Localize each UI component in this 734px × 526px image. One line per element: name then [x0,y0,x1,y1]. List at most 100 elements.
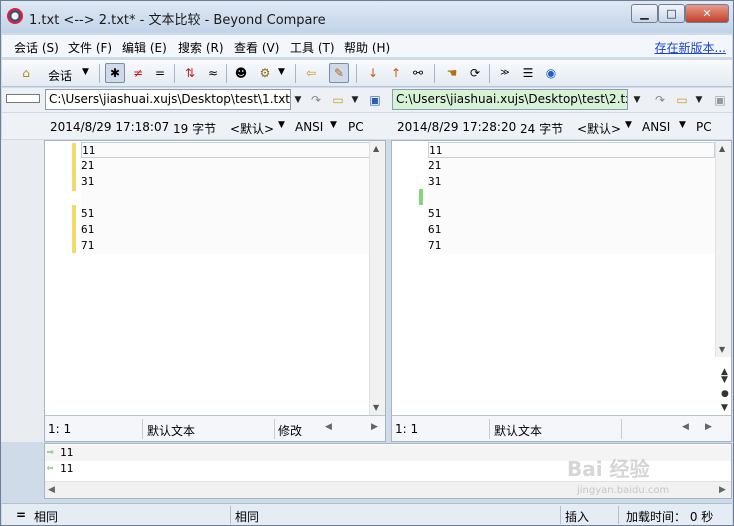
right-format-select[interactable]: <默认> [577,120,621,137]
toolbar-separator [174,64,175,83]
right-path-input[interactable]: C:\Users\jiashuai.xujs\Desktop\test\2.tx… [392,89,628,110]
line[interactable]: 71 [81,238,371,254]
list-icon[interactable]: ☰ [518,63,538,83]
menu-file[interactable]: 文件 (F) [68,39,112,56]
save-icon[interactable]: ▣ [711,91,729,109]
save-icon[interactable]: ▣ [366,91,384,109]
scroll-right-icon[interactable]: ▶ [371,422,378,432]
new-version-link[interactable]: 存在新版本... [655,39,726,56]
swap-icon[interactable]: ☚ [442,63,462,83]
chevron-down-icon[interactable]: ▼ [692,89,706,110]
left-path-input[interactable]: C:\Users\jiashuai.xujs\Desktop\test\1.tx… [45,89,291,110]
chevron-down-icon[interactable]: ▼ [625,120,632,130]
line[interactable]: 61 [428,222,715,238]
person-icon[interactable]: ☻ [231,63,251,83]
prev-diff-icon[interactable]: ↑ [386,63,406,83]
line[interactable]: 21 [81,158,371,174]
scroll-up-icon[interactable]: ▲ [373,144,379,153]
line[interactable] [428,190,715,206]
next-diff-icon[interactable]: ↓ [363,63,383,83]
home-icon[interactable]: ⌂ [16,63,36,83]
edit-icon[interactable]: ✎ [329,63,349,83]
status-bar: = 相同 相同 插入 加载时间： 0 秒 [2,503,732,525]
toolbar-separator [356,64,357,83]
scroll-down-icon[interactable]: ▼ [373,403,379,412]
refresh-icon[interactable]: ⟳ [465,63,485,83]
chevron-down-icon[interactable]: ▼ [278,120,285,130]
arrow-right-icon: ⇨ [47,445,54,458]
chevron-down-icon[interactable]: ▼ [82,67,89,77]
folder-icon[interactable]: ▭ [329,91,347,109]
chevron-down-icon[interactable]: ▼ [630,89,644,110]
sync-scroll-icon[interactable]: ▼ [721,375,728,385]
rules-icon[interactable]: ⇅ [180,63,200,83]
folder-icon[interactable]: ▭ [673,91,691,109]
text-mode: 默认文本 [147,424,196,438]
vertical-scrollbar[interactable]: ▲ ▼ [715,141,731,357]
show-diffs-icon[interactable]: ≠ [128,63,148,83]
line[interactable]: 11 [428,142,715,158]
window-title: 1.txt <--> 2.txt* - 文本比较 - Beyond Compar… [29,13,326,28]
scroll-right-icon[interactable]: ▶ [719,485,726,495]
modified-marker [72,143,76,191]
line[interactable] [81,190,371,206]
history-icon[interactable]: ↷ [307,91,325,109]
chevron-down-icon[interactable]: ▼ [291,89,305,110]
status-load-time: 加载时间： 0 秒 [626,510,714,524]
chevron-down-icon[interactable]: ▼ [679,120,686,130]
dot-icon[interactable]: ● [721,389,729,399]
chevron-down-icon[interactable]: ▼ [278,67,285,77]
similar-icon[interactable]: ≈ [203,63,223,83]
chevron-down-icon[interactable]: ▼ [348,89,362,110]
right-timestamp: 2014/8/29 17:28:20 [397,120,517,134]
line[interactable]: 21 [428,158,715,174]
scroll-left-icon[interactable]: ◀ [682,422,689,432]
scroll-left-icon[interactable]: ◀ [325,422,332,432]
menu-tools[interactable]: 工具 (T) [290,39,335,56]
line[interactable]: 71 [428,238,715,254]
gear-icon[interactable]: ⚙ [255,63,275,83]
menu-view[interactable]: 查看 (V) [234,39,279,56]
find-icon[interactable]: ⚯ [408,63,428,83]
show-all-icon[interactable]: ✱ [105,63,125,83]
right-editor-pane[interactable]: 11 21 31 51 61 71 ▲ ▼ 1: 1 默认文本 ◀ ▶ [391,140,732,442]
right-encoding-select[interactable]: ANSI [642,120,670,134]
overview-gutter[interactable] [1,140,44,442]
show-same-icon[interactable]: = [150,63,170,83]
left-format-select[interactable]: <默认> [230,120,274,137]
line[interactable]: 51 [81,206,371,222]
toolbar: ⌂ 会话 ▼ ✱ ≠ = ⇅ ≈ ☻ ⚙ ▼ ⇦ ✎ ↓ ↑ ⚯ ☚ ⟳ ≫ ☰… [2,59,732,87]
menu-help[interactable]: 帮助 (H) [344,39,390,56]
line[interactable]: 31 [81,174,371,190]
left-encoding-select[interactable]: ANSI [295,120,323,134]
menu-session[interactable]: 会话 (S) [14,39,59,56]
minimize-button[interactable]: ▁ [631,4,658,23]
status-left: 相同 [34,510,59,524]
line[interactable]: 51 [428,206,715,222]
scroll-up-icon[interactable]: ▲ [719,144,725,153]
line[interactable]: 31 [428,174,715,190]
scroll-left-icon[interactable]: ◀ [48,485,55,495]
scroll-down-icon[interactable]: ▼ [721,403,728,413]
right-line-end[interactable]: PC [696,120,712,134]
session-label[interactable]: 会话 [48,67,72,84]
vertical-scrollbar[interactable]: ▲ ▼ [369,141,385,415]
menu-edit[interactable]: 编辑 (E) [122,39,167,56]
preview-text: 11 [60,462,74,475]
chevron-down-icon[interactable]: ▼ [330,120,337,130]
scroll-down-icon[interactable]: ▼ [719,345,725,354]
history-icon[interactable]: ↷ [651,91,669,109]
cursor-position: 1: 1 [48,422,72,436]
maximize-button[interactable]: □ [658,4,685,23]
left-line-end[interactable]: PC [348,120,364,134]
close-button[interactable]: ✕ [685,4,729,23]
line[interactable]: 61 [81,222,371,238]
expand-icon[interactable]: ≫ [495,63,515,83]
left-editor-pane[interactable]: 11 21 31 51 61 71 ▲ ▼ 1: 1 默认文本 修改 ◀ ▶ [44,140,386,442]
divider [618,506,619,524]
menu-search[interactable]: 搜索 (R) [178,39,224,56]
scroll-right-icon[interactable]: ▶ [705,422,712,432]
copy-left-icon[interactable]: ⇦ [301,63,321,83]
web-icon[interactable]: ◉ [541,63,561,83]
line[interactable]: 11 [81,142,371,158]
